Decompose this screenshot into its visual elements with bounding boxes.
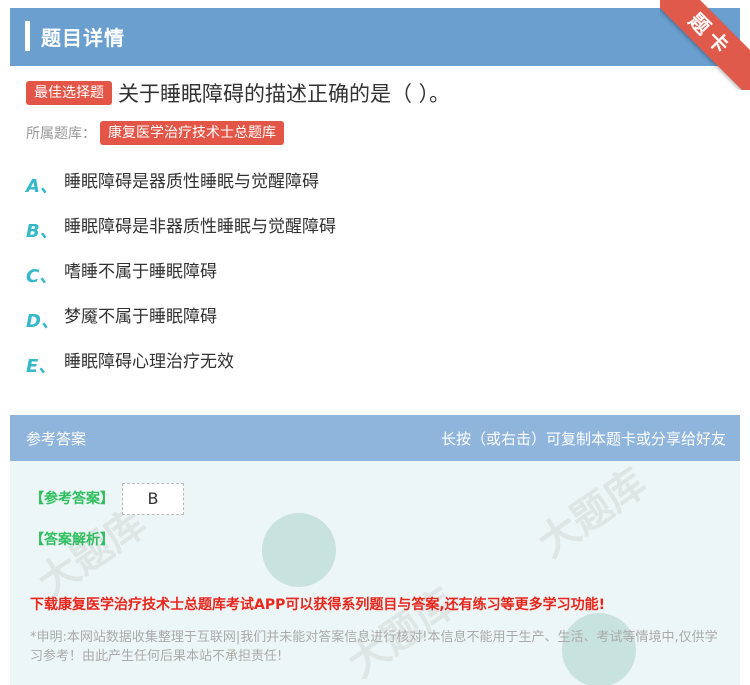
question-text: 关于睡眠障碍的描述正确的是（ ）。	[118, 82, 451, 106]
option-text: 梦魇不属于睡眠障碍	[64, 307, 217, 327]
watermark-logo-icon	[262, 513, 336, 587]
option-text: 睡眠障碍心理治疗无效	[64, 352, 234, 372]
option-letter: E、	[26, 356, 57, 377]
page-header: 题目详情	[10, 8, 740, 66]
corner-ribbon-label[interactable]: 题卡	[660, 0, 750, 90]
options-list: A、 睡眠障碍是器质性睡眠与觉醒障碍 B、 睡眠障碍是非器质性睡眠与觉醒障碍 C、嗜…	[26, 172, 336, 397]
disclaimer-text: *申明:本网站数据收集整理于互联网|我们并未能对答案信息进行核对!本信息不能用于…	[30, 630, 718, 664]
option-text: 睡眠障碍是器质性睡眠与觉醒障碍	[64, 172, 319, 192]
option-letter: C、	[26, 266, 58, 287]
answer-label: 【参考答案】	[30, 491, 114, 507]
question-type-badge: 最佳选择题	[26, 81, 112, 105]
option-text: 嗜睡不属于睡眠障碍	[64, 262, 217, 282]
answer-section-title: 参考答案	[26, 430, 87, 448]
answer-body: 大题库 大题库 大题库 【参考答案】 B 【答案解析】 下载康复医学治疗技术士总题…	[10, 461, 740, 685]
answer-header: 参考答案 长按（或右击）可复制本题卡或分享给好友	[10, 415, 740, 461]
question-bank-row: 所属题库： 康复医学治疗技术士总题库	[26, 121, 284, 145]
analysis-label: 【答案解析】	[30, 532, 114, 548]
question-bank-label: 所属题库：	[26, 126, 96, 142]
option-d[interactable]: D、 梦魇不属于睡眠障碍	[26, 307, 336, 352]
answer-value[interactable]: B	[122, 483, 184, 515]
page-title: 题目详情	[41, 26, 125, 50]
option-b[interactable]: B、 睡眠障碍是非器质性睡眠与觉醒障碍	[26, 217, 336, 262]
option-letter: D、	[26, 311, 59, 332]
answer-row: 【参考答案】 B	[30, 483, 184, 515]
watermark-icon: 大题库	[529, 461, 655, 567]
share-hint: 长按（或右击）可复制本题卡或分享给好友	[440, 430, 726, 448]
download-promo-link[interactable]: 下载康复医学治疗技术士总题库考试APP可以获得系列题目与答案,还有练习等更多学习…	[30, 594, 605, 614]
header-accent-bar	[25, 21, 30, 51]
question-stem: 最佳选择题 关于睡眠障碍的描述正确的是（ ）。	[26, 78, 736, 108]
option-letter: B、	[26, 221, 58, 242]
question-bank-link[interactable]: 康复医学治疗技术士总题库	[100, 121, 284, 145]
option-a[interactable]: A、 睡眠障碍是器质性睡眠与觉醒障碍	[26, 172, 336, 217]
question-card-corner[interactable]: 题卡	[660, 0, 750, 90]
option-c[interactable]: C、 嗜睡不属于睡眠障碍	[26, 262, 336, 307]
option-e[interactable]: E、 睡眠障碍心理治疗无效	[26, 352, 336, 397]
option-text: 睡眠障碍是非器质性睡眠与觉醒障碍	[64, 217, 336, 237]
option-letter: A、	[26, 176, 58, 197]
